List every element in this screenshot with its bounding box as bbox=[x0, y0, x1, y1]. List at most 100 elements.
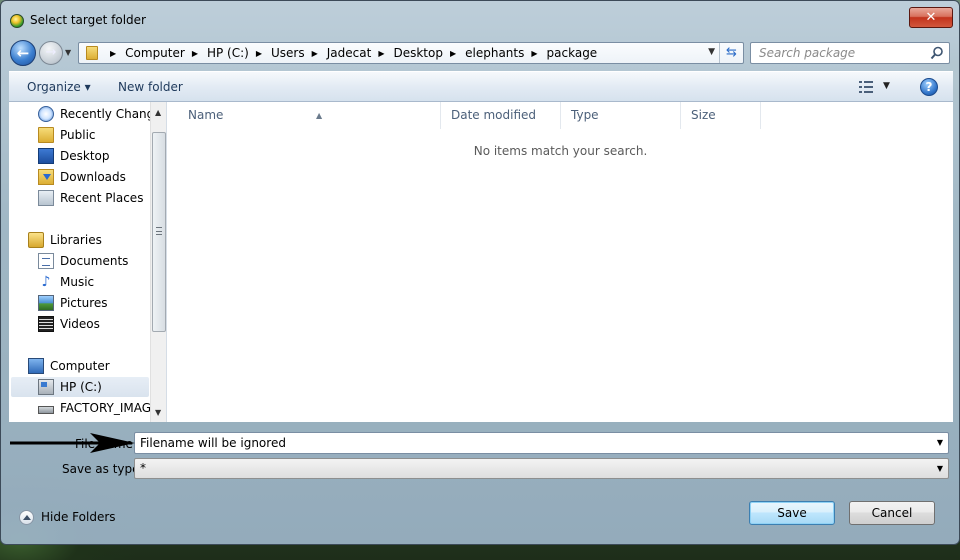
address-bar[interactable]: ▶ Computer ▶ HP (C:) ▶ Users ▶ Jadecat ▶… bbox=[78, 42, 744, 64]
sidebar-item-label: Pictures bbox=[60, 296, 108, 310]
computer-icon bbox=[28, 358, 44, 374]
sidebar-item-label: Downloads bbox=[60, 170, 126, 184]
back-button[interactable]: ← bbox=[10, 40, 36, 66]
chevron-up-icon bbox=[19, 509, 34, 525]
column-header-date-modified[interactable]: Date modified bbox=[441, 102, 561, 129]
documents-icon bbox=[38, 253, 54, 269]
sidebar-item-recently-changed[interactable]: Recently Changed bbox=[38, 104, 166, 124]
command-bar: Organize ▾ New folder ▼ ? bbox=[9, 71, 953, 102]
sidebar-item-label: Music bbox=[60, 275, 95, 289]
recent-places-icon bbox=[38, 190, 54, 206]
scroll-up-icon[interactable]: ▲ bbox=[155, 108, 161, 117]
sidebar-item-libraries[interactable]: Libraries bbox=[28, 230, 102, 250]
breadcrumb-item-elephants[interactable]: elephants bbox=[465, 46, 524, 60]
sidebar-item-documents[interactable]: Documents bbox=[38, 251, 128, 271]
column-header-label: Size bbox=[691, 108, 716, 122]
column-header-label: Type bbox=[571, 108, 599, 122]
refresh-icon[interactable]: ⇆ bbox=[719, 43, 743, 63]
sidebar-item-recent-places[interactable]: Recent Places bbox=[38, 188, 143, 208]
help-icon[interactable]: ? bbox=[920, 78, 938, 96]
breadcrumb-item-jadecat[interactable]: Jadecat bbox=[327, 46, 372, 60]
close-button[interactable]: ✕ bbox=[909, 7, 953, 28]
change-view-icon[interactable] bbox=[859, 81, 873, 93]
sort-ascending-icon: ▲ bbox=[316, 111, 323, 120]
grip-icon bbox=[156, 227, 162, 235]
sidebar-item-label: Recent Places bbox=[60, 191, 144, 205]
organize-button[interactable]: Organize ▾ bbox=[27, 80, 91, 94]
app-icon bbox=[10, 14, 24, 28]
chevron-down-icon[interactable]: ▼ bbox=[937, 438, 943, 447]
breadcrumb-item-computer[interactable]: Computer bbox=[125, 46, 185, 60]
chevron-right-icon[interactable]: ▶ bbox=[110, 49, 116, 58]
search-input[interactable] bbox=[751, 43, 927, 63]
folder-icon bbox=[86, 46, 98, 60]
save-as-type-label: Save as type: bbox=[62, 462, 144, 476]
column-header-type[interactable]: Type bbox=[561, 102, 681, 129]
column-header-label: Date modified bbox=[451, 108, 537, 122]
sidebar-item-public[interactable]: Public bbox=[38, 125, 96, 145]
sidebar-item-downloads[interactable]: Downloads bbox=[38, 167, 126, 187]
address-history-dropdown-icon[interactable]: ▼ bbox=[708, 47, 715, 57]
chevron-right-icon[interactable]: ▶ bbox=[192, 49, 198, 58]
title-bar: Select target folder ✕ bbox=[1, 1, 960, 39]
sidebar-item-label: Computer bbox=[50, 359, 110, 373]
view-options-dropdown-icon[interactable]: ▼ bbox=[883, 81, 890, 91]
scroll-down-icon[interactable]: ▼ bbox=[155, 408, 161, 417]
filename-input[interactable] bbox=[135, 433, 925, 453]
breadcrumb-item-users[interactable]: Users bbox=[271, 46, 305, 60]
sidebar-item-pictures[interactable]: Pictures bbox=[38, 293, 108, 313]
sidebar-item-factory-image[interactable]: FACTORY_IMAGE bbox=[38, 398, 159, 418]
hide-folders-button[interactable]: Hide Folders bbox=[19, 508, 116, 526]
sidebar-item-music[interactable]: ♪ Music bbox=[38, 272, 95, 292]
breadcrumb: ▶ Computer ▶ HP (C:) ▶ Users ▶ Jadecat ▶… bbox=[103, 43, 597, 63]
navigation-scrollbar[interactable]: ▲ ▼ bbox=[150, 102, 166, 422]
sidebar-item-label: Documents bbox=[60, 254, 129, 268]
column-header-label: Name bbox=[188, 108, 224, 122]
sidebar-item-desktop[interactable]: Desktop bbox=[38, 146, 110, 166]
sidebar-item-label: Libraries bbox=[50, 233, 102, 247]
sidebar-item-label: Videos bbox=[60, 317, 100, 331]
sidebar-item-hp-c[interactable]: HP (C:) bbox=[11, 377, 149, 397]
new-folder-button[interactable]: New folder bbox=[118, 80, 183, 94]
column-header-name[interactable]: Name ▲ bbox=[178, 102, 441, 129]
chevron-right-icon[interactable]: ▶ bbox=[256, 49, 262, 58]
sidebar-item-label: Desktop bbox=[60, 149, 110, 163]
chevron-down-icon: ▼ bbox=[936, 464, 943, 473]
cancel-button[interactable]: Cancel bbox=[849, 501, 935, 525]
sidebar-item-label: Public bbox=[60, 128, 96, 142]
downloads-icon bbox=[38, 169, 54, 185]
recent-pages-dropdown-icon[interactable]: ▼ bbox=[65, 48, 75, 57]
folder-icon bbox=[38, 127, 54, 143]
breadcrumb-item-desktop[interactable]: Desktop bbox=[393, 46, 443, 60]
arrow-annotation-icon bbox=[10, 433, 135, 453]
hide-folders-label: Hide Folders bbox=[41, 510, 116, 524]
removable-drive-icon bbox=[38, 406, 54, 414]
breadcrumb-item-package[interactable]: package bbox=[547, 46, 598, 60]
desktop-icon bbox=[38, 148, 54, 164]
file-list: Name ▲ Date modified Type Size No items … bbox=[168, 102, 953, 422]
breadcrumb-item-drive[interactable]: HP (C:) bbox=[207, 46, 249, 60]
window-title: Select target folder bbox=[30, 13, 146, 27]
save-dialog: Select target folder ✕ ← → ▼ ▶ Computer … bbox=[0, 0, 960, 545]
chevron-right-icon[interactable]: ▶ bbox=[312, 49, 318, 58]
filename-combobox: ▼ bbox=[134, 432, 949, 454]
search-box bbox=[750, 42, 950, 64]
save-as-type-select[interactable]: * ▼ bbox=[134, 458, 949, 479]
videos-icon bbox=[38, 316, 54, 332]
chevron-right-icon[interactable]: ▶ bbox=[531, 49, 537, 58]
scrollbar-thumb[interactable] bbox=[152, 132, 166, 332]
save-as-type-value: * bbox=[140, 461, 146, 475]
sidebar-item-computer[interactable]: Computer bbox=[28, 356, 110, 376]
chevron-right-icon[interactable]: ▶ bbox=[378, 49, 384, 58]
drive-icon bbox=[38, 379, 54, 395]
save-button[interactable]: Save bbox=[749, 501, 835, 525]
search-icon[interactable] bbox=[930, 46, 944, 60]
chevron-right-icon[interactable]: ▶ bbox=[450, 49, 456, 58]
forward-button[interactable]: → bbox=[39, 41, 63, 65]
column-header-size[interactable]: Size bbox=[681, 102, 761, 129]
clock-icon bbox=[38, 106, 54, 122]
content-area: Recently Changed Public Desktop Download… bbox=[9, 102, 953, 422]
sidebar-item-videos[interactable]: Videos bbox=[38, 314, 100, 334]
navigation-pane: Recently Changed Public Desktop Download… bbox=[9, 102, 167, 422]
sidebar-item-label: FACTORY_IMAGE bbox=[60, 401, 159, 415]
